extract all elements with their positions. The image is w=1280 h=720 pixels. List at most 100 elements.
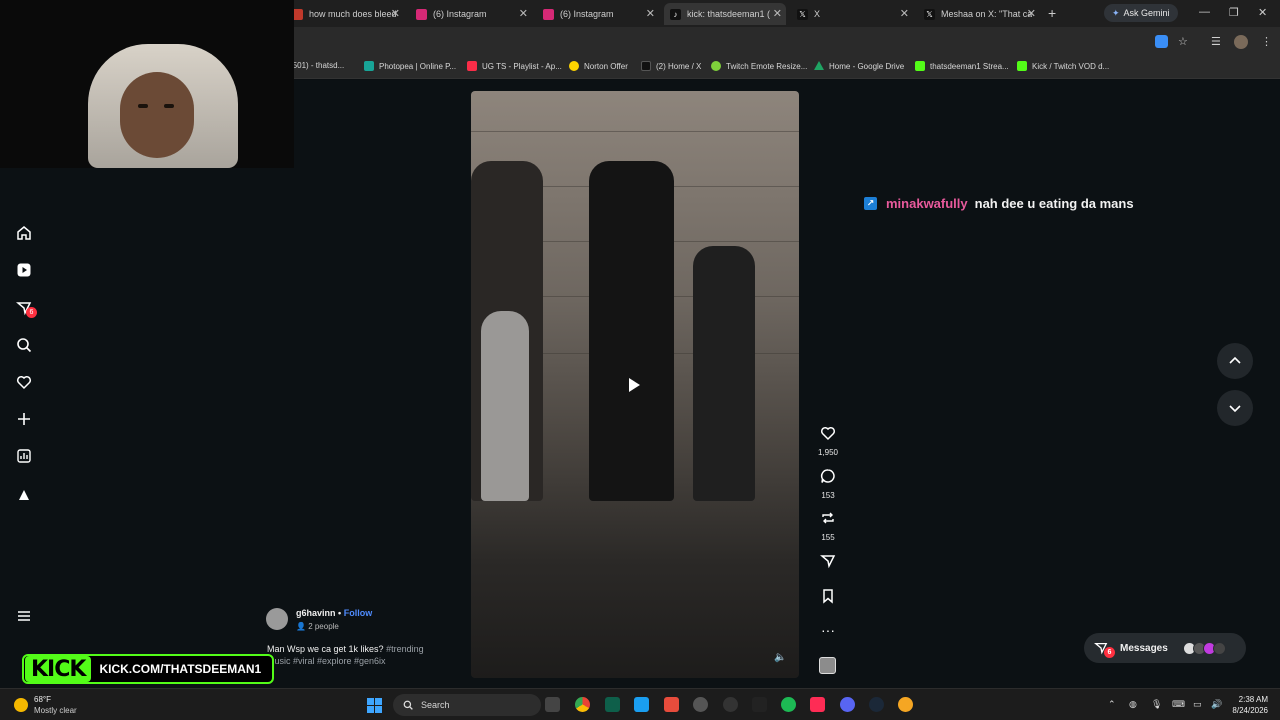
tab-instagram-1[interactable]: (6) Instagram ✕ <box>410 3 532 25</box>
bookmark-photopea[interactable]: Photopea | Online P... <box>364 61 456 71</box>
threads-icon[interactable] <box>14 485 34 505</box>
share-action[interactable] <box>815 553 841 574</box>
repost-action[interactable]: 155 <box>815 510 841 542</box>
play-icon[interactable] <box>616 370 652 400</box>
comment-icon[interactable] <box>820 468 836 484</box>
search-icon <box>403 700 413 710</box>
menu-dots-icon[interactable]: ⋮ <box>1261 35 1272 48</box>
terminal-icon[interactable] <box>605 697 620 712</box>
weather-temperature[interactable]: 68°F <box>34 695 51 704</box>
hamburger-menu-icon[interactable] <box>14 606 34 626</box>
clock-date: 8/24/2026 <box>1232 706 1268 715</box>
previous-reel-button[interactable] <box>1217 343 1253 379</box>
messages-button[interactable]: 6 Messages <box>1084 633 1246 663</box>
bookmark-twitch-emote[interactable]: Twitch Emote Resize... <box>711 61 807 71</box>
heart-icon[interactable] <box>14 372 34 392</box>
ask-gemini-button[interactable]: ✦ Ask Gemini <box>1104 4 1178 22</box>
people-icon: 👤 <box>296 622 309 631</box>
window-close-icon[interactable]: ✕ <box>1258 6 1267 19</box>
chevron-down-icon <box>1229 405 1241 413</box>
x-icon: 𝕏 <box>924 8 935 20</box>
kick-channel-url: KICK.COM/THATSDEEMAN1 <box>99 662 262 676</box>
save-action[interactable] <box>815 588 841 609</box>
taskbar-clock[interactable]: 2:38 AM 8/24/2026 <box>1228 694 1268 716</box>
reading-list-icon[interactable]: ☰ <box>1211 35 1221 48</box>
microphone-icon[interactable]: 🎙 <box>1151 699 1162 710</box>
bookmark-x-home[interactable]: (2) Home / X <box>641 61 701 71</box>
profile-avatar[interactable] <box>1234 35 1248 49</box>
volume-icon[interactable]: 🔈 <box>774 652 786 663</box>
bookmark-icon[interactable] <box>820 588 836 604</box>
discord-icon[interactable] <box>840 697 855 712</box>
tab-label: Meshaa on X: "That ca <box>941 9 1033 19</box>
plus-icon[interactable] <box>14 409 34 429</box>
app-icon[interactable] <box>664 697 679 712</box>
separator-dot: • <box>338 608 342 618</box>
like-action[interactable]: 1,950 <box>815 425 841 457</box>
bookmark-star-icon[interactable]: ☆ <box>1178 35 1188 48</box>
bookmark-apple-music[interactable]: UG TS - Playlist - Ap... <box>467 61 562 71</box>
keyboard-icon[interactable]: ⌨ <box>1172 699 1185 710</box>
close-icon[interactable]: ✕ <box>391 7 400 20</box>
tab-instagram-2[interactable]: (6) Instagram ✕ <box>537 3 659 25</box>
app-icon[interactable] <box>898 697 913 712</box>
extension-icon[interactable] <box>1155 35 1168 48</box>
weather-moon-icon[interactable] <box>14 698 28 712</box>
tab-kick-active[interactable]: ♪ kick: thatsdeeman1 ( ✕ <box>664 3 786 25</box>
tab-x[interactable]: 𝕏 X ✕ <box>791 3 913 25</box>
bookmark-youtube[interactable]: (501) - thatsd... <box>290 61 344 70</box>
steam-icon[interactable] <box>869 697 884 712</box>
home-icon[interactable] <box>14 223 34 243</box>
task-view-icon[interactable] <box>545 697 560 712</box>
tab-meshaa[interactable]: 𝕏 Meshaa on X: "That ca ✕ <box>918 3 1040 25</box>
repost-icon[interactable] <box>820 510 836 526</box>
x-icon <box>641 61 651 71</box>
close-icon[interactable]: ✕ <box>519 7 528 20</box>
display-icon[interactable]: ▭ <box>1193 699 1202 710</box>
restore-icon[interactable]: ❐ <box>1229 6 1239 19</box>
spotify-icon[interactable] <box>781 697 796 712</box>
taskbar-search[interactable]: Search <box>393 694 541 716</box>
poster-avatar[interactable] <box>266 608 288 630</box>
dashboard-icon[interactable] <box>14 446 34 466</box>
bookmark-kick-stream[interactable]: thatsdeeman1 Strea... <box>915 61 1009 71</box>
minimize-icon[interactable]: — <box>1199 6 1210 18</box>
audio-thumbnail[interactable] <box>819 657 836 674</box>
tiktok-icon[interactable] <box>810 697 825 712</box>
tray-chevron-up-icon[interactable]: ⌃ <box>1108 699 1116 710</box>
windows-start-icon[interactable] <box>367 698 382 713</box>
bookmark-label: UG TS - Playlist - Ap... <box>482 61 562 71</box>
bookmark-google-drive[interactable]: Home - Google Drive <box>814 61 904 71</box>
follow-button[interactable]: Follow <box>344 608 373 618</box>
bookmark-norton[interactable]: Norton Offer <box>569 61 628 71</box>
more-options-icon[interactable]: ··· <box>815 622 841 638</box>
close-icon[interactable]: ✕ <box>646 7 655 20</box>
heart-icon[interactable] <box>820 425 836 441</box>
tab-bleed[interactable]: how much does bleed ✕ <box>286 3 404 25</box>
bookmark-label: (501) - thatsd... <box>290 61 345 70</box>
reels-icon[interactable] <box>14 260 34 280</box>
chrome-icon[interactable] <box>575 697 590 712</box>
send-icon[interactable] <box>819 553 836 569</box>
close-icon[interactable]: ✕ <box>900 7 909 20</box>
next-reel-button[interactable] <box>1217 390 1253 426</box>
video-person-right <box>693 246 755 501</box>
comment-action[interactable]: 153 <box>815 468 841 500</box>
bookmark-vod[interactable]: Kick / Twitch VOD d... <box>1017 61 1109 71</box>
weather-description[interactable]: Mostly clear <box>34 706 77 715</box>
close-icon[interactable]: ✕ <box>773 7 782 20</box>
app-icon[interactable] <box>634 697 649 712</box>
bookmark-label: Home - Google Drive <box>829 61 905 71</box>
new-tab-plus-icon[interactable]: + <box>1048 5 1056 21</box>
app-icon[interactable] <box>723 697 738 712</box>
volume-icon[interactable]: 🔊 <box>1211 699 1222 710</box>
tray-app-icon[interactable]: ◍ <box>1129 699 1137 710</box>
windows-taskbar: 68°F Mostly clear Search ⌃ ◍ 🎙 ⌨ ▭ 🔊 2:3… <box>0 688 1280 720</box>
capcut-icon[interactable] <box>752 697 767 712</box>
poster-username[interactable]: g6havinn <box>296 608 336 618</box>
close-icon[interactable]: ✕ <box>1027 7 1036 20</box>
gemini-sparkle-icon: ✦ <box>1112 7 1120 18</box>
obs-icon[interactable] <box>693 697 708 712</box>
vod-icon <box>1017 61 1027 71</box>
search-icon[interactable] <box>14 335 34 355</box>
